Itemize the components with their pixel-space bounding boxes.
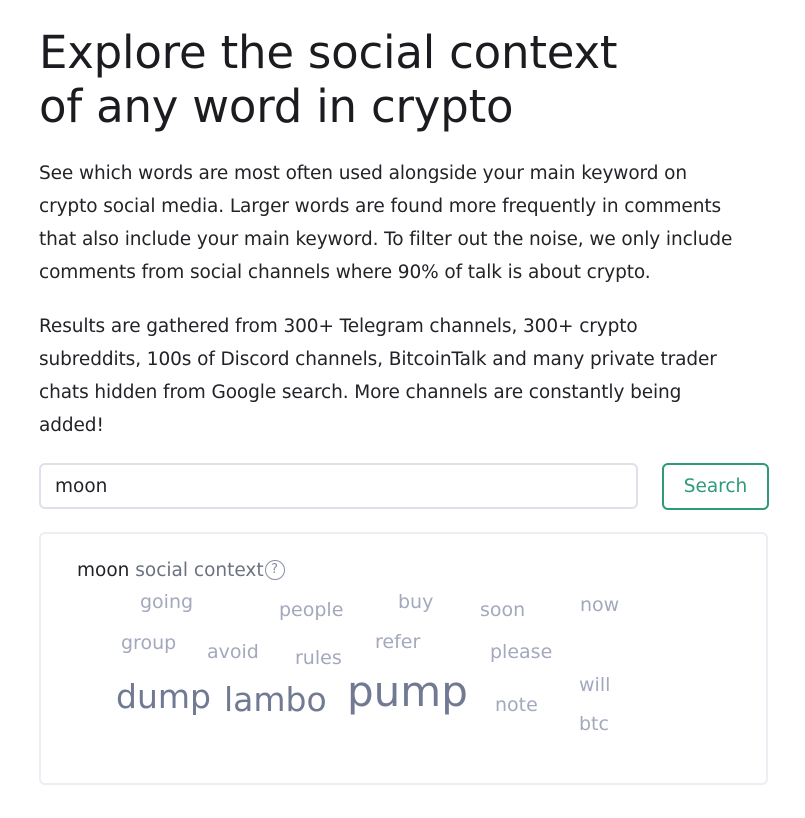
cloud-word-lambo[interactable]: lambo — [224, 683, 327, 716]
intro-line: Results are gathered from 300+ Telegram … — [39, 316, 638, 337]
intro-line: comments from social channels where 90% … — [39, 262, 651, 283]
intro-line: crypto social media. Larger words are fo… — [39, 196, 722, 217]
search-button[interactable]: Search — [662, 463, 769, 510]
cloud-heading-suffix: social context — [129, 560, 264, 581]
intro-line: that also include your main keyword. To … — [39, 229, 733, 250]
cloud-word-pump[interactable]: pump — [347, 671, 468, 713]
cloud-word-refer[interactable]: refer — [375, 633, 420, 652]
cloud-word-rules[interactable]: rules — [295, 649, 342, 668]
cloud-word-note[interactable]: note — [495, 696, 538, 715]
cloud-word-going[interactable]: going — [140, 593, 193, 612]
search-input[interactable] — [39, 463, 638, 509]
cloud-word-avoid[interactable]: avoid — [207, 643, 259, 662]
social-context-card: moon social context? going people buy so… — [39, 532, 768, 785]
cloud-heading: moon social context? — [77, 559, 285, 583]
cloud-word-now[interactable]: now — [580, 596, 619, 615]
cloud-word-btc[interactable]: btc — [579, 715, 609, 734]
intro-line: See which words are most often used alon… — [39, 163, 687, 184]
cloud-word-dump[interactable]: dump — [116, 680, 211, 713]
help-icon[interactable]: ? — [264, 560, 285, 580]
cloud-word-people[interactable]: people — [279, 601, 343, 620]
cloud-word-buy[interactable]: buy — [398, 593, 433, 612]
intro-line: added! — [39, 415, 104, 436]
intro-line: chats hidden from Google search. More ch… — [39, 382, 682, 403]
cloud-word-soon[interactable]: soon — [480, 601, 525, 620]
cloud-word-will[interactable]: will — [579, 676, 610, 695]
cloud-keyword: moon — [77, 560, 130, 581]
cloud-word-please[interactable]: please — [490, 643, 552, 662]
intro-paragraph-1: See which words are most often used alon… — [39, 157, 779, 289]
intro-line: subreddits, 100s of Discord channels, Bi… — [39, 349, 717, 370]
cloud-word-group[interactable]: group — [121, 634, 176, 653]
title-line-1: Explore the social context — [39, 26, 618, 79]
page-title: Explore the social context of any word i… — [39, 26, 779, 134]
intro-paragraph-2: Results are gathered from 300+ Telegram … — [39, 310, 779, 442]
title-line-2: of any word in crypto — [39, 80, 514, 133]
